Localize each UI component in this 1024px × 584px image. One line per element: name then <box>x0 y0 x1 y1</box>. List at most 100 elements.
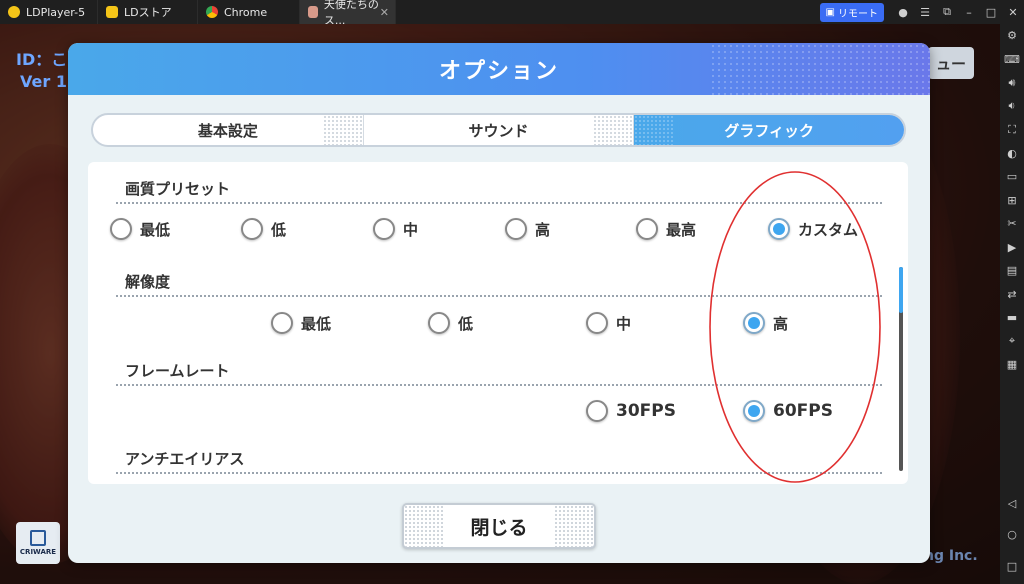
tab-label: LDストア <box>124 6 172 19</box>
antialias-label: アンチエイリアス <box>125 450 245 468</box>
option-label: 中 <box>616 314 632 333</box>
radio-button[interactable] <box>373 218 395 240</box>
tab-game[interactable]: 天使たちのス... ✕ <box>300 0 396 27</box>
restore-icon[interactable]: ⧉ <box>936 0 958 24</box>
screen-record-icon[interactable]: ▭ <box>1000 165 1024 189</box>
volume-up-icon[interactable]: 🔊︎ <box>1000 71 1024 95</box>
resolution-option-medium[interactable]: 中 <box>586 312 631 334</box>
player-id-text: ID：こ <box>16 50 68 69</box>
tab-label: 基本設定 <box>197 121 258 140</box>
sync-icon[interactable]: ⇄ <box>1000 283 1024 307</box>
option-label: 中 <box>403 220 419 239</box>
quality-option-high[interactable]: 高 <box>505 218 550 240</box>
ldstore-icon <box>106 6 118 18</box>
framerate-label: フレームレート <box>125 362 230 380</box>
menu-icon[interactable]: ☰ <box>914 0 936 24</box>
radio-button-selected[interactable] <box>743 400 765 422</box>
macro-icon[interactable]: ⊞ <box>1000 189 1024 213</box>
radio-button[interactable] <box>271 312 293 334</box>
quality-option-medium[interactable]: 中 <box>373 218 418 240</box>
keyboard-icon[interactable]: ⌨ <box>1000 48 1024 72</box>
option-label: カスタム <box>798 220 859 239</box>
resolution-option-low[interactable]: 低 <box>428 312 473 334</box>
option-label: 最低 <box>301 314 332 333</box>
close-button[interactable]: 閉じる <box>402 503 596 549</box>
tab-ldplayer[interactable]: LDPlayer-5 <box>0 0 98 24</box>
home-icon[interactable]: ○ <box>1000 523 1024 547</box>
option-label: 60FPS <box>773 401 833 421</box>
close-button-label: 閉じる <box>470 516 528 539</box>
dialog-header: オプション <box>68 43 930 95</box>
radio-button[interactable] <box>586 312 608 334</box>
radio-button[interactable] <box>428 312 450 334</box>
screenshot-icon[interactable]: ◐ <box>1000 142 1024 166</box>
option-label: 高 <box>535 220 551 239</box>
options-dialog: オプション 基本設定 サウンド グラフィック 画質プリセット 最低 低 中 高 … <box>68 43 930 563</box>
maximize-icon[interactable]: □ <box>980 0 1002 24</box>
tab-label: Chrome <box>224 5 268 19</box>
radio-button[interactable] <box>636 218 658 240</box>
game-icon <box>308 6 318 18</box>
apk-icon[interactable]: ▤ <box>1000 259 1024 283</box>
volume-down-icon[interactable]: 🔉︎ <box>1000 95 1024 119</box>
criware-logo: CRIWARE <box>16 522 60 564</box>
close-window-icon[interactable]: ✕ <box>1002 0 1024 24</box>
quality-option-lowest[interactable]: 最低 <box>110 218 170 240</box>
framerate-option-30fps[interactable]: 30FPS <box>586 400 676 422</box>
minimize-icon[interactable]: – <box>958 0 980 24</box>
resolution-option-high[interactable]: 高 <box>743 312 788 334</box>
menu-button[interactable]: ュー <box>928 47 974 79</box>
radio-button-selected[interactable] <box>768 218 790 240</box>
option-label: 高 <box>773 314 789 333</box>
radio-button[interactable] <box>586 400 608 422</box>
multi-instance-icon[interactable]: ▦ <box>1000 353 1024 377</box>
location-icon[interactable]: ⌖ <box>1000 330 1024 354</box>
radio-button[interactable] <box>505 218 527 240</box>
account-icon[interactable]: ● <box>892 0 914 24</box>
radio-button[interactable] <box>110 218 132 240</box>
tab-ldstore[interactable]: LDストア <box>98 0 198 24</box>
divider <box>116 472 882 474</box>
graphics-settings-panel: 画質プリセット 最低 低 中 高 最高 カスタム 解像度 最低 低 中 高 フレ… <box>88 162 908 484</box>
tab-basic-settings[interactable]: 基本設定 <box>93 115 364 145</box>
close-tab-icon[interactable]: ✕ <box>380 6 389 19</box>
recent-apps-icon[interactable]: □ <box>1000 555 1024 579</box>
quality-option-custom[interactable]: カスタム <box>768 218 858 240</box>
chrome-icon <box>206 6 218 18</box>
dialog-title: オプション <box>438 59 559 84</box>
copyright-text: ng Inc. <box>924 548 978 564</box>
fullscreen-icon[interactable]: ⛶ <box>1000 118 1024 142</box>
tab-sound[interactable]: サウンド <box>364 115 635 145</box>
option-label: 低 <box>271 220 287 239</box>
ldplayer-icon <box>8 6 20 18</box>
back-icon[interactable]: ◁ <box>1000 492 1024 516</box>
settings-icon[interactable]: ⚙ <box>1000 24 1024 48</box>
quality-option-low[interactable]: 低 <box>241 218 286 240</box>
option-label: 最高 <box>666 220 697 239</box>
window-titlebar: LDPlayer-5 LDストア Chrome 天使たちのス... ✕ ▣ リモ… <box>0 0 1024 27</box>
scrollbar-thumb[interactable] <box>899 267 903 313</box>
scissors-icon[interactable]: ✂ <box>1000 212 1024 236</box>
option-label: 最低 <box>140 220 171 239</box>
divider <box>116 202 882 204</box>
resolution-label: 解像度 <box>125 273 171 291</box>
option-label: 低 <box>458 314 474 333</box>
divider <box>116 295 882 297</box>
tab-graphics[interactable]: グラフィック <box>634 115 904 145</box>
radio-button-selected[interactable] <box>743 312 765 334</box>
folder-icon[interactable]: ▬ <box>1000 306 1024 330</box>
quality-preset-label: 画質プリセット <box>125 180 231 198</box>
tab-chrome[interactable]: Chrome <box>198 0 300 24</box>
criware-label: CRIWARE <box>19 548 57 556</box>
framerate-option-60fps[interactable]: 60FPS <box>743 400 833 422</box>
tab-label: グラフィック <box>724 121 815 140</box>
video-icon[interactable]: ▶ <box>1000 236 1024 260</box>
tab-label: LDPlayer-5 <box>26 5 86 19</box>
remote-button[interactable]: ▣ リモート <box>819 2 884 22</box>
options-tabs: 基本設定 サウンド グラフィック <box>91 113 906 147</box>
remote-icon: ▣ <box>825 6 835 18</box>
quality-option-highest[interactable]: 最高 <box>636 218 696 240</box>
resolution-option-lowest[interactable]: 最低 <box>271 312 331 334</box>
option-label: 30FPS <box>616 401 676 421</box>
radio-button[interactable] <box>241 218 263 240</box>
